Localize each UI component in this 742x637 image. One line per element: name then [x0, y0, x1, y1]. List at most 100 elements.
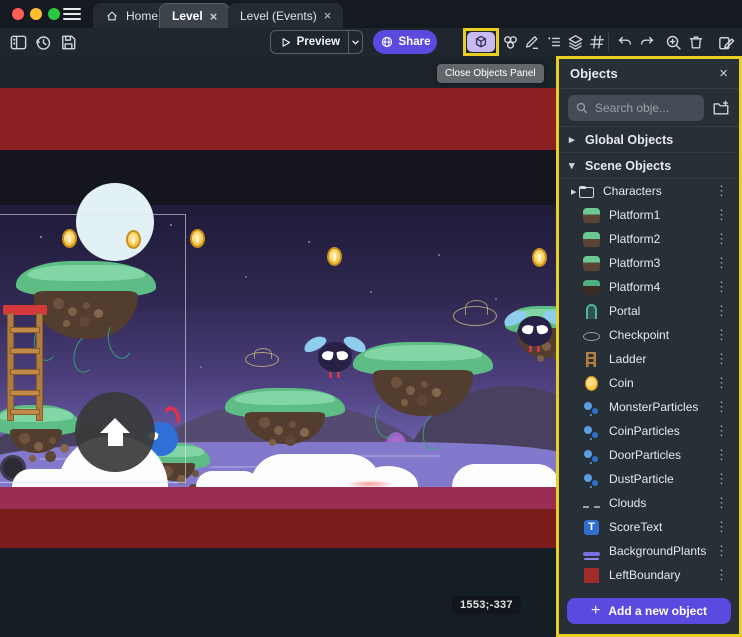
group-scene-objects[interactable]: ▾ Scene Objects [559, 153, 739, 179]
close-tab-icon[interactable]: × [210, 10, 218, 23]
object-item-platform3[interactable]: Platform3 ⋮ [559, 251, 739, 275]
checkpoint-thumbnail-icon [583, 332, 600, 341]
grid-icon[interactable] [587, 32, 607, 52]
tab-level-events[interactable]: Level (Events) × [228, 3, 343, 28]
platform-thumbnail-icon [583, 208, 600, 223]
tab-label: Home [126, 9, 158, 23]
red-square-thumbnail-icon [584, 568, 599, 583]
platform-island-object[interactable] [353, 342, 493, 416]
coin-thumbnail-icon [585, 376, 598, 391]
coin-object[interactable] [190, 229, 205, 248]
close-tab-icon[interactable]: × [324, 9, 332, 22]
play-icon [279, 35, 293, 50]
platform-thumbnail-icon [583, 232, 600, 247]
platform-thumbnail-icon [583, 280, 600, 295]
item-menu-icon[interactable]: ⋮ [712, 303, 731, 319]
bottom-boundary-object[interactable] [0, 509, 556, 548]
monster-object[interactable] [505, 312, 556, 352]
layers-icon[interactable] [565, 32, 585, 52]
add-object-label: Add a new object [608, 604, 707, 618]
item-menu-icon[interactable]: ⋮ [712, 183, 731, 199]
monster-object[interactable] [305, 338, 365, 378]
item-menu-icon[interactable]: ⋮ [712, 471, 731, 487]
cube-icon [473, 34, 489, 50]
item-menu-icon[interactable]: ⋮ [712, 207, 731, 223]
rename-scene-icon[interactable] [716, 32, 736, 52]
object-item-portal[interactable]: Portal ⋮ [559, 299, 739, 323]
traffic-light-zoom[interactable] [48, 8, 60, 20]
item-menu-icon[interactable]: ⋮ [712, 375, 731, 391]
divider [608, 33, 609, 51]
object-item-dustparticle[interactable]: DustParticle ⋮ [559, 467, 739, 491]
item-menu-icon[interactable]: ⋮ [712, 495, 731, 511]
object-item-clouds[interactable]: Clouds ⋮ [559, 491, 739, 515]
particles-thumbnail-icon [583, 400, 600, 415]
scene-canvas[interactable]: 1553;-337 Close Objects Panel [0, 56, 556, 637]
edit-pencil-icon[interactable] [522, 32, 542, 52]
home-icon [105, 9, 119, 23]
item-menu-icon[interactable]: ⋮ [712, 255, 731, 271]
objects-panel-button[interactable] [467, 32, 495, 52]
traffic-light-close[interactable] [12, 8, 24, 20]
folder-icon [579, 187, 594, 198]
app-window: Home Level × Level (Events) × Preview [0, 0, 742, 637]
object-groups-icon[interactable] [500, 32, 520, 52]
preview-options-button[interactable] [349, 36, 362, 49]
object-item-scoretext[interactable]: T ScoreText ⋮ [559, 515, 739, 539]
search-icon [575, 101, 589, 115]
coin-object[interactable] [532, 248, 547, 267]
share-button[interactable]: Share [373, 30, 437, 54]
object-item-checkpoint[interactable]: Checkpoint ⋮ [559, 323, 739, 347]
object-item-leftboundary[interactable]: LeftBoundary ⋮ [559, 563, 739, 587]
zoom-in-icon[interactable] [663, 32, 683, 52]
properties-icon[interactable] [544, 32, 564, 52]
platform-island-object[interactable] [225, 388, 345, 444]
cloud-object [452, 464, 556, 487]
item-menu-icon[interactable]: ⋮ [712, 279, 731, 295]
plants-thumbnail-icon [583, 552, 600, 556]
object-item-monsterparticles[interactable]: MonsterParticles ⋮ [559, 395, 739, 419]
item-menu-icon[interactable]: ⋮ [712, 351, 731, 367]
object-item-platform2[interactable]: Platform2 ⋮ [559, 227, 739, 251]
item-menu-icon[interactable]: ⋮ [712, 327, 731, 343]
item-menu-icon[interactable]: ⋮ [712, 519, 731, 535]
item-menu-icon[interactable]: ⋮ [712, 423, 731, 439]
trash-icon[interactable] [686, 32, 706, 52]
object-item-platform4[interactable]: Platform4 ⋮ [559, 275, 739, 299]
item-menu-icon[interactable]: ⋮ [712, 399, 731, 415]
titlebar: Home Level × Level (Events) × [0, 0, 742, 28]
close-panel-icon[interactable]: × [719, 65, 728, 82]
object-item-ladder[interactable]: Ladder ⋮ [559, 347, 739, 371]
tab-level[interactable]: Level × [159, 3, 230, 28]
object-item-backgroundplants[interactable]: BackgroundPlants ⋮ [559, 539, 739, 563]
plus-icon: + [591, 603, 600, 619]
group-global-objects[interactable]: ▸ Global Objects [559, 127, 739, 153]
item-menu-icon[interactable]: ⋮ [712, 567, 731, 583]
ufo-outline-decoration [245, 352, 279, 367]
redo-icon[interactable] [637, 32, 657, 52]
undo-icon[interactable] [615, 32, 635, 52]
add-folder-icon[interactable] [712, 99, 730, 117]
object-item-platform1[interactable]: Platform1 ⋮ [559, 203, 739, 227]
item-menu-icon[interactable]: ⋮ [712, 543, 731, 559]
top-boundary-object[interactable] [0, 88, 556, 150]
sky-dark-band [0, 150, 556, 205]
item-menu-icon[interactable]: ⋮ [712, 447, 731, 463]
add-new-object-button[interactable]: + Add a new object [567, 598, 731, 624]
group-label: Scene Objects [585, 159, 671, 173]
coin-object[interactable] [327, 247, 342, 266]
object-item-coin[interactable]: Coin ⋮ [559, 371, 739, 395]
object-item-doorparticles[interactable]: DoorParticles ⋮ [559, 443, 739, 467]
traffic-light-minimize[interactable] [30, 8, 42, 20]
panels-layout-icon[interactable] [8, 32, 28, 52]
object-item-coinparticles[interactable]: CoinParticles ⋮ [559, 419, 739, 443]
chevron-down-icon [349, 36, 362, 49]
chevron-down-icon: ▾ [569, 159, 577, 172]
object-item-characters[interactable]: ▸ Characters ⋮ [559, 179, 739, 203]
preview-button[interactable]: Preview [270, 30, 363, 54]
hamburger-menu-icon[interactable] [63, 8, 81, 21]
item-menu-icon[interactable]: ⋮ [712, 231, 731, 247]
objects-panel: Objects × ▸ Global Objects ▾ Scene Objec… [556, 56, 742, 637]
history-icon[interactable] [33, 32, 53, 52]
save-icon[interactable] [58, 32, 78, 52]
